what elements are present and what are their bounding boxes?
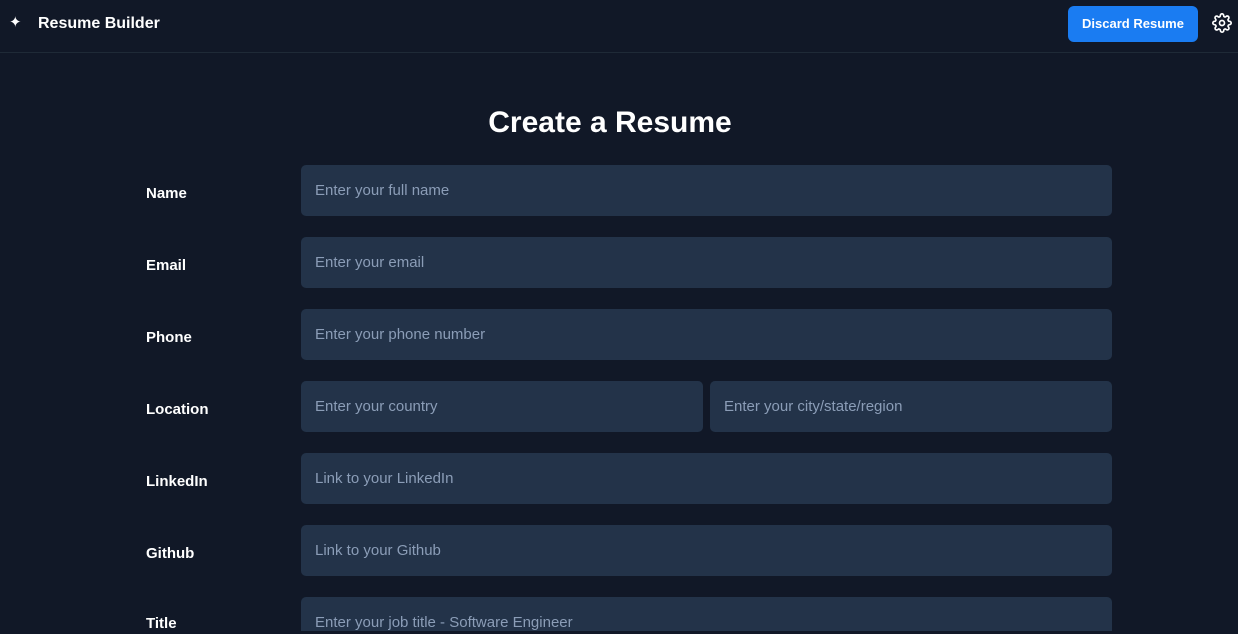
location-label: Location (146, 401, 209, 418)
linkedin-input[interactable] (301, 453, 1112, 504)
top-navbar: ✦ Resume Builder Discard Resume (0, 0, 1238, 53)
email-label: Email (146, 257, 187, 274)
city-input[interactable] (710, 381, 1112, 432)
title-label: Title (146, 615, 177, 632)
country-input[interactable] (301, 381, 703, 432)
phone-input[interactable] (301, 309, 1112, 360)
github-input[interactable] (301, 525, 1112, 576)
name-input[interactable] (301, 165, 1112, 216)
linkedin-label: LinkedIn (146, 473, 208, 490)
discard-resume-button[interactable]: Discard Resume (1068, 6, 1198, 42)
name-label: Name (146, 185, 187, 202)
github-label: Github (146, 545, 195, 562)
job-title-input[interactable] (301, 597, 1112, 631)
email-input[interactable] (301, 237, 1112, 288)
phone-label: Phone (146, 329, 192, 346)
gear-icon[interactable] (1212, 13, 1232, 33)
page-title: Create a Resume (488, 106, 732, 139)
app-title: Resume Builder (38, 15, 160, 32)
sparkle-icon: ✦ (9, 14, 22, 31)
